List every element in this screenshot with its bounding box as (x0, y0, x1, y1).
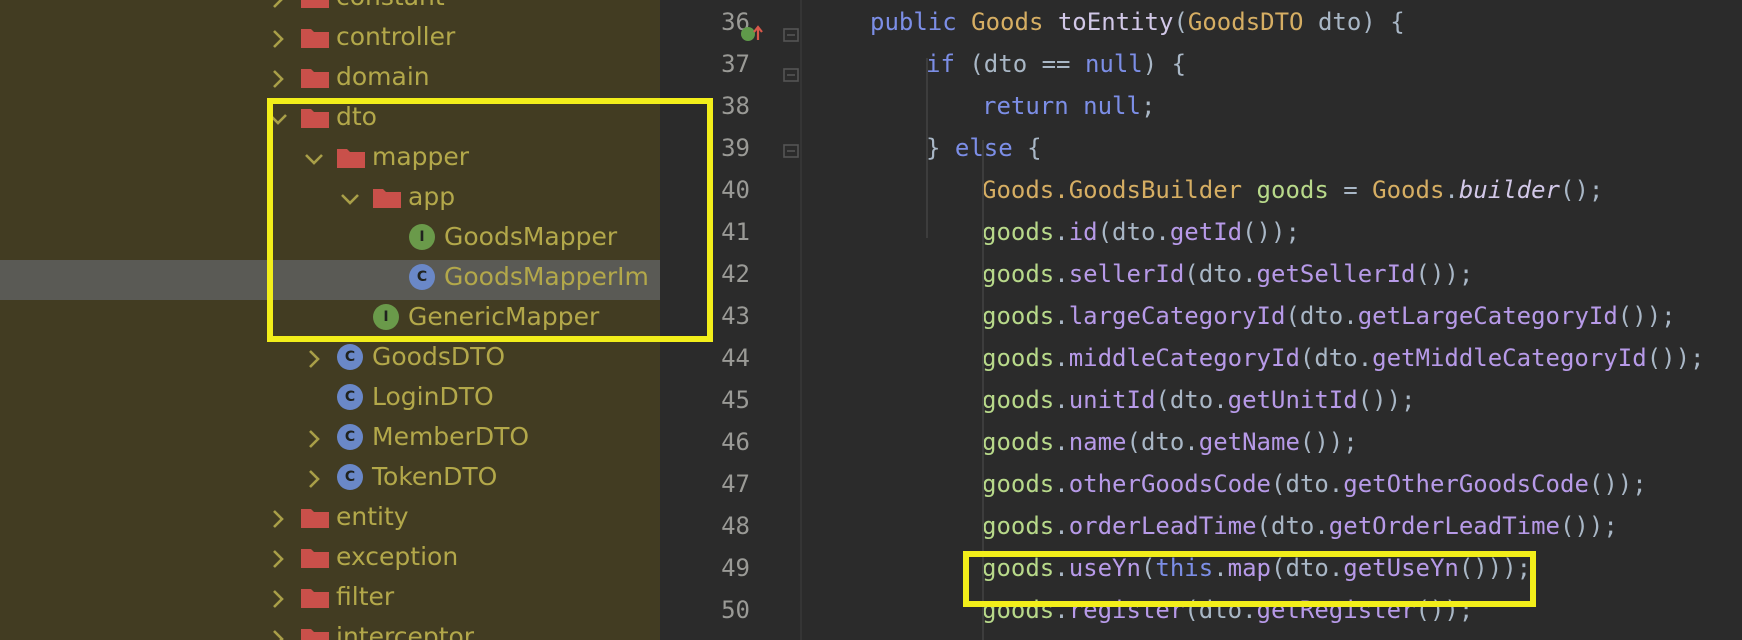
code-text[interactable]: if (dto == null) { (926, 50, 1186, 78)
tree-item-label: exception (336, 542, 459, 571)
tree-item-domain[interactable]: domain (0, 60, 660, 100)
code-line[interactable]: 43 goods.largeCategoryId(dto.getLargeCate… (690, 294, 1742, 336)
tree-item-label: interceptor (336, 622, 475, 640)
chevron-right-icon[interactable] (266, 64, 290, 94)
folder-icon (300, 24, 330, 50)
tree-item-controller[interactable]: controller (0, 20, 660, 60)
line-number: 46 (721, 428, 750, 456)
code-line[interactable]: 45 goods.unitId(dto.getUnitId()); (690, 378, 1742, 420)
class-icon: C (337, 384, 363, 410)
chevron-right-icon[interactable] (266, 544, 290, 574)
code-text[interactable]: goods.sellerId(dto.getSellerId()); (982, 260, 1473, 288)
code-line[interactable]: 36 public Goods toEntity(GoodsDTO dto) { (690, 0, 1742, 42)
line-number: 50 (721, 596, 750, 624)
class-icon: C (337, 424, 363, 450)
chevron-right-icon[interactable] (302, 344, 326, 374)
folder-icon (300, 504, 330, 530)
code-line[interactable]: 47 goods.otherGoodsCode(dto.getOtherGoods… (690, 462, 1742, 504)
code-text[interactable]: goods.id(dto.getId()); (982, 218, 1300, 246)
tree-highlight-box (267, 98, 713, 342)
chevron-right-icon[interactable] (266, 624, 290, 640)
fold-icon[interactable] (782, 66, 800, 89)
tree-item-label: filter (336, 582, 395, 611)
chevron-right-icon[interactable] (266, 584, 290, 614)
code-line[interactable]: 46 goods.name(dto.getName()); (690, 420, 1742, 462)
code-highlight-box (963, 551, 1536, 607)
chevron-right-icon[interactable] (266, 504, 290, 534)
folder-icon (300, 584, 330, 610)
tree-item-label: GoodsDTO (372, 342, 506, 371)
code-line[interactable]: 44 goods.middleCategoryId(dto.getMiddleCa… (690, 336, 1742, 378)
fold-icon[interactable] (782, 26, 800, 49)
code-line[interactable]: 40 Goods.GoodsBuilder goods = Goods.build… (690, 168, 1742, 210)
tree-item-label: domain (336, 62, 430, 91)
tree-item-constant[interactable]: constant (0, 0, 660, 20)
chevron-right-icon[interactable] (266, 0, 290, 14)
tree-item-label: entity (336, 502, 409, 531)
tree-item-memberdto[interactable]: C MemberDTO (0, 420, 660, 460)
code-text[interactable]: goods.otherGoodsCode(dto.getOtherGoodsCo… (982, 470, 1647, 498)
code-text[interactable]: Goods.GoodsBuilder goods = Goods.builder… (982, 176, 1603, 204)
chevron-right-icon[interactable] (266, 24, 290, 54)
code-line[interactable]: 37 if (dto == null) { (690, 42, 1742, 84)
indent-guide (926, 58, 928, 238)
tree-item-entity[interactable]: entity (0, 500, 660, 540)
folder-icon (300, 544, 330, 570)
folder-icon (300, 0, 330, 10)
code-text[interactable]: goods.middleCategoryId(dto.getMiddleCate… (982, 344, 1704, 372)
code-editor[interactable]: 36 public Goods toEntity(GoodsDTO dto) {3… (690, 0, 1742, 640)
line-number: 37 (721, 50, 750, 78)
code-text[interactable]: goods.unitId(dto.getUnitId()); (982, 386, 1416, 414)
folder-icon (300, 64, 330, 90)
tree-item-label: MemberDTO (372, 422, 530, 451)
code-text[interactable]: public Goods toEntity(GoodsDTO dto) { (870, 8, 1405, 36)
tree-item-exception[interactable]: exception (0, 540, 660, 580)
code-line[interactable]: 48 goods.orderLeadTime(dto.getOrderLeadTi… (690, 504, 1742, 546)
tree-item-tokendto[interactable]: C TokenDTO (0, 460, 660, 500)
tree-item-label: controller (336, 22, 456, 51)
implements-marker-icon[interactable] (740, 22, 764, 51)
tree-item-label: TokenDTO (372, 462, 498, 491)
line-number: 44 (721, 344, 750, 372)
tree-item-interceptor[interactable]: interceptor (0, 620, 660, 640)
code-line[interactable]: 38 return null; (690, 84, 1742, 126)
code-text[interactable]: return null; (982, 92, 1155, 120)
fold-icon[interactable] (782, 142, 800, 165)
line-number: 49 (721, 554, 750, 582)
code-line[interactable]: 39} else { (690, 126, 1742, 168)
code-text[interactable]: goods.orderLeadTime(dto.getOrderLeadTime… (982, 512, 1618, 540)
chevron-right-icon[interactable] (302, 424, 326, 454)
line-number: 48 (721, 512, 750, 540)
class-icon: C (337, 344, 363, 370)
code-text[interactable]: goods.name(dto.getName()); (982, 428, 1358, 456)
class-icon: C (337, 464, 363, 490)
tree-item-label: LoginDTO (372, 382, 494, 411)
tree-item-logindto[interactable]: C LoginDTO (0, 380, 660, 420)
chevron-right-icon[interactable] (302, 464, 326, 494)
code-line[interactable]: 41 goods.id(dto.getId()); (690, 210, 1742, 252)
tree-item-label: constant (336, 0, 445, 11)
folder-icon (300, 624, 330, 640)
code-line[interactable]: 42 goods.sellerId(dto.getSellerId()); (690, 252, 1742, 294)
tree-item-filter[interactable]: filter (0, 580, 660, 620)
tree-item-goodsdto[interactable]: C GoodsDTO (0, 340, 660, 380)
line-number: 45 (721, 386, 750, 414)
line-number: 47 (721, 470, 750, 498)
code-text[interactable]: goods.largeCategoryId(dto.getLargeCatego… (982, 302, 1676, 330)
